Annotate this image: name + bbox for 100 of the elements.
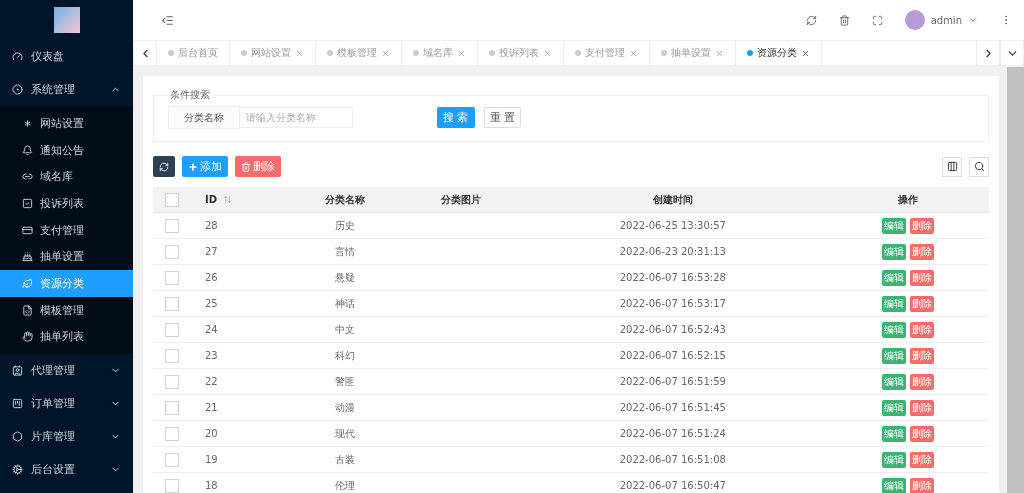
table-cell: 23 (205, 350, 218, 361)
page-tab[interactable]: 网站设置 (230, 41, 316, 65)
table-cell: 古装 (334, 453, 355, 465)
menu-item[interactable]: 片库管理 (0, 420, 133, 454)
edit-button[interactable]: 编辑 (881, 425, 906, 442)
menu-item[interactable]: 系统管理 (0, 73, 133, 106)
table-cell: 26 (205, 272, 218, 283)
refresh-button[interactable] (153, 156, 175, 177)
edit-button[interactable]: 编辑 (881, 217, 906, 234)
columns-button[interactable] (942, 156, 962, 177)
menu-item[interactable]: 仪表盘 (0, 40, 133, 73)
fullscreen-icon[interactable] (871, 14, 883, 26)
row-checkbox[interactable] (165, 296, 179, 311)
menu-item[interactable]: 代理管理 (0, 354, 133, 388)
tab-dropdown-button[interactable] (1000, 41, 1024, 65)
gear-icon (12, 464, 23, 476)
tab-prev-button[interactable] (133, 41, 157, 65)
submenu-item[interactable]: 网站设置 (0, 110, 133, 137)
delete-button[interactable]: 删除 (909, 347, 934, 364)
table-cell: 2022-06-07 16:51:59 (619, 376, 726, 387)
edit-button[interactable]: 编辑 (881, 451, 906, 468)
edit-button[interactable]: 编辑 (881, 347, 906, 364)
table-cell: 27 (205, 246, 218, 257)
columns-icon (946, 161, 958, 172)
edit-button[interactable]: 编辑 (881, 373, 906, 390)
delete-button[interactable]: 删除 (909, 321, 934, 338)
row-checkbox[interactable] (165, 244, 179, 259)
reset-button[interactable]: 重 置 (483, 107, 521, 128)
table-cell: 神话 (334, 297, 355, 309)
edit-button[interactable]: 编辑 (881, 477, 906, 493)
page-tab[interactable]: 抽单设置 (650, 41, 736, 65)
refresh-icon (159, 161, 169, 172)
row-checkbox[interactable] (165, 426, 179, 441)
submenu-item[interactable]: 资源分类 (0, 270, 133, 297)
category-name-input[interactable]: 请输入分类名称 (240, 107, 353, 128)
submenu-item[interactable]: 模板管理 (0, 296, 133, 324)
row-checkbox[interactable] (165, 218, 179, 233)
page-tab[interactable]: 模板管理 (316, 41, 402, 65)
delete-button[interactable]: 删除 (909, 399, 934, 416)
edit-button[interactable]: 编辑 (881, 321, 906, 338)
edit-button[interactable]: 编辑 (881, 399, 906, 416)
row-checkbox[interactable] (165, 322, 179, 337)
trash-icon[interactable] (838, 14, 850, 26)
delete-button[interactable]: 删除 (909, 425, 934, 442)
search-button[interactable] (969, 156, 989, 177)
menu-item[interactable]: 后台设置 (0, 453, 133, 487)
delete-button[interactable]: 删除 (909, 477, 934, 493)
table-cell: 2022-06-07 16:53:28 (619, 272, 726, 283)
edit-button[interactable]: 编辑 (881, 269, 906, 286)
bell-icon (22, 144, 33, 156)
row-checkbox[interactable] (165, 452, 179, 467)
delete-button[interactable]: 删除 (909, 373, 934, 390)
avatar[interactable] (904, 10, 925, 30)
page-tab[interactable]: 资源分类 (736, 41, 822, 65)
delete-button[interactable]: 删除 (909, 243, 934, 260)
page-tab[interactable]: 域名库 (402, 41, 478, 65)
leaf-icon (22, 277, 33, 289)
row-checkbox[interactable] (165, 374, 179, 389)
page-tab[interactable]: 投诉列表 (478, 41, 564, 65)
field-label: 分类名称 (168, 106, 240, 129)
table-cell: 18 (205, 480, 218, 491)
delete-button[interactable]: 删除 (909, 451, 934, 468)
submenu-item[interactable]: 域名库 (0, 163, 133, 191)
menu-item[interactable]: 订单管理 (0, 387, 133, 421)
close-icon[interactable] (801, 48, 810, 58)
sort-icon[interactable] (223, 195, 233, 204)
table-cell: 警匪 (334, 375, 355, 387)
table-cell: 2022-06-07 16:52:43 (619, 324, 726, 335)
page-tab[interactable]: 支付管理 (564, 41, 650, 65)
card-icon (22, 224, 33, 236)
submenu-item[interactable]: 抽单列表 (0, 323, 133, 351)
row-checkbox[interactable] (165, 400, 179, 415)
edit-button[interactable]: 编辑 (881, 243, 906, 260)
submenu-item[interactable]: 支付管理 (0, 216, 133, 244)
delete-button[interactable]: 删除 (909, 217, 934, 234)
table-cell: 28 (205, 220, 218, 231)
delete-button[interactable]: 删除 (909, 269, 934, 286)
edit-button[interactable]: 编辑 (881, 295, 906, 312)
menu-icon[interactable] (161, 13, 174, 27)
tab-next-button[interactable] (976, 41, 1000, 65)
submenu-item[interactable]: 投诉列表 (0, 190, 133, 217)
add-button[interactable]: 添加 (182, 156, 228, 177)
file-icon (22, 304, 33, 316)
row-checkbox[interactable] (165, 478, 179, 493)
submenu-item[interactable]: 抽单设置 (0, 243, 133, 271)
scrollbar[interactable] (1004, 67, 1024, 493)
table-cell: 动漫 (334, 401, 355, 413)
submenu-item[interactable]: 通知公告 (0, 136, 133, 164)
delete-button[interactable]: 删除 (235, 156, 281, 177)
user-name[interactable]: admin (930, 14, 962, 26)
search-button[interactable]: 搜 索 (437, 107, 475, 128)
table-cell: 19 (205, 454, 218, 465)
cake-icon (22, 251, 33, 263)
table-cell: 25 (205, 298, 218, 309)
page-tab[interactable]: 后台首页 (157, 41, 230, 65)
row-checkbox[interactable] (165, 348, 179, 363)
delete-button[interactable]: 删除 (909, 295, 934, 312)
refresh-icon[interactable] (805, 14, 817, 26)
row-checkbox[interactable] (165, 270, 179, 285)
select-all-checkbox[interactable] (165, 192, 179, 207)
